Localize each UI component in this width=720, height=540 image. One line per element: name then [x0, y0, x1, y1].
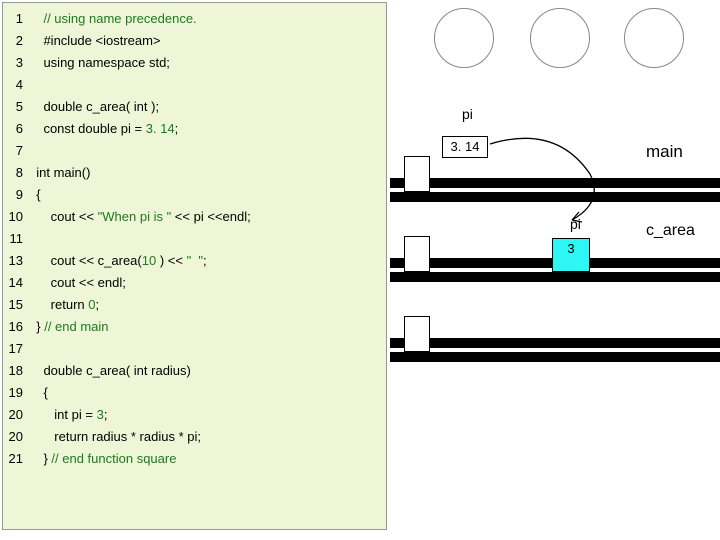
- code-text: [29, 338, 386, 360]
- code-line: 8 int main(): [3, 162, 386, 184]
- code-text: [29, 140, 386, 162]
- line-number: 5: [3, 96, 29, 118]
- decorative-circle: [434, 8, 494, 68]
- code-text: [29, 74, 386, 96]
- code-line: 16 } // end main: [3, 316, 386, 338]
- code-line: 18 double c_area( int radius): [3, 360, 386, 382]
- c-area-scope-label: c_area: [646, 222, 695, 240]
- decorative-circle: [624, 8, 684, 68]
- frame-bar: [390, 272, 720, 282]
- line-number: 17: [3, 338, 29, 360]
- decorative-circle: [530, 8, 590, 68]
- code-text: return radius * radius * pi;: [29, 426, 386, 448]
- frame-bar: [390, 352, 720, 362]
- code-line: 6 const double pi = 3. 14;: [3, 118, 386, 140]
- code-line: 2 #include <iostream>: [3, 30, 386, 52]
- line-number: 11: [3, 228, 29, 250]
- code-text: {: [29, 382, 386, 404]
- code-text: {: [29, 184, 386, 206]
- main-scope-label: main: [646, 142, 683, 162]
- code-line: 15 return 0;: [3, 294, 386, 316]
- line-number: 15: [3, 294, 29, 316]
- code-line: 3 using namespace std;: [3, 52, 386, 74]
- line-number: 1: [3, 8, 29, 30]
- code-line: 20 int pi = 3;: [3, 404, 386, 426]
- code-line: 13 cout << c_area(10 ) << " ";: [3, 250, 386, 272]
- line-number: 4: [3, 74, 29, 96]
- global-pi-value: 3. 14: [442, 136, 488, 158]
- code-line: 10 cout << "When pi is " << pi <<endl;: [3, 206, 386, 228]
- code-line: 7: [3, 140, 386, 162]
- stack-frame: [404, 316, 430, 352]
- code-text: cout << c_area(10 ) << " ";: [29, 250, 386, 272]
- frame-bar: [390, 338, 720, 348]
- line-number: 21: [3, 448, 29, 470]
- code-text: int main(): [29, 162, 386, 184]
- code-line: 11: [3, 228, 386, 250]
- code-line: 5 double c_area( int );: [3, 96, 386, 118]
- code-line: 20 return radius * radius * pi;: [3, 426, 386, 448]
- code-text: } // end function square: [29, 448, 386, 470]
- line-number: 8: [3, 162, 29, 184]
- code-line: 1 // using name precedence.: [3, 8, 386, 30]
- scope-arrow: [486, 130, 606, 238]
- code-text: double c_area( int radius): [29, 360, 386, 382]
- code-line: 19 {: [3, 382, 386, 404]
- line-number: 6: [3, 118, 29, 140]
- line-number: 20: [3, 404, 29, 426]
- local-pi-value: 3: [552, 238, 590, 272]
- code-text: return 0;: [29, 294, 386, 316]
- line-number: 13: [3, 250, 29, 272]
- code-text: int pi = 3;: [29, 404, 386, 426]
- line-number: 14: [3, 272, 29, 294]
- global-pi-label: pi: [462, 106, 473, 122]
- code-text: #include <iostream>: [29, 30, 386, 52]
- code-text: double c_area( int );: [29, 96, 386, 118]
- stack-diagram: pi 3. 14 main c_area pi 3: [390, 0, 720, 540]
- line-number: 19: [3, 382, 29, 404]
- code-line: 9 {: [3, 184, 386, 206]
- code-line: 21 } // end function square: [3, 448, 386, 470]
- code-text: using namespace std;: [29, 52, 386, 74]
- code-text: cout << endl;: [29, 272, 386, 294]
- line-number: 16: [3, 316, 29, 338]
- code-text: cout << "When pi is " << pi <<endl;: [29, 206, 386, 228]
- line-number: 20: [3, 426, 29, 448]
- code-panel: 1 // using name precedence.2 #include <i…: [2, 2, 387, 530]
- line-number: 7: [3, 140, 29, 162]
- line-number: 9: [3, 184, 29, 206]
- code-line: 14 cout << endl;: [3, 272, 386, 294]
- line-number: 18: [3, 360, 29, 382]
- code-text: } // end main: [29, 316, 386, 338]
- code-text: const double pi = 3. 14;: [29, 118, 386, 140]
- code-line: 4: [3, 74, 386, 96]
- code-text: // using name precedence.: [29, 8, 386, 30]
- line-number: 2: [3, 30, 29, 52]
- c-area-stack-frame: [404, 236, 430, 272]
- line-number: 10: [3, 206, 29, 228]
- code-line: 17: [3, 338, 386, 360]
- main-stack-frame: [404, 156, 430, 192]
- line-number: 3: [3, 52, 29, 74]
- code-text: [29, 228, 386, 250]
